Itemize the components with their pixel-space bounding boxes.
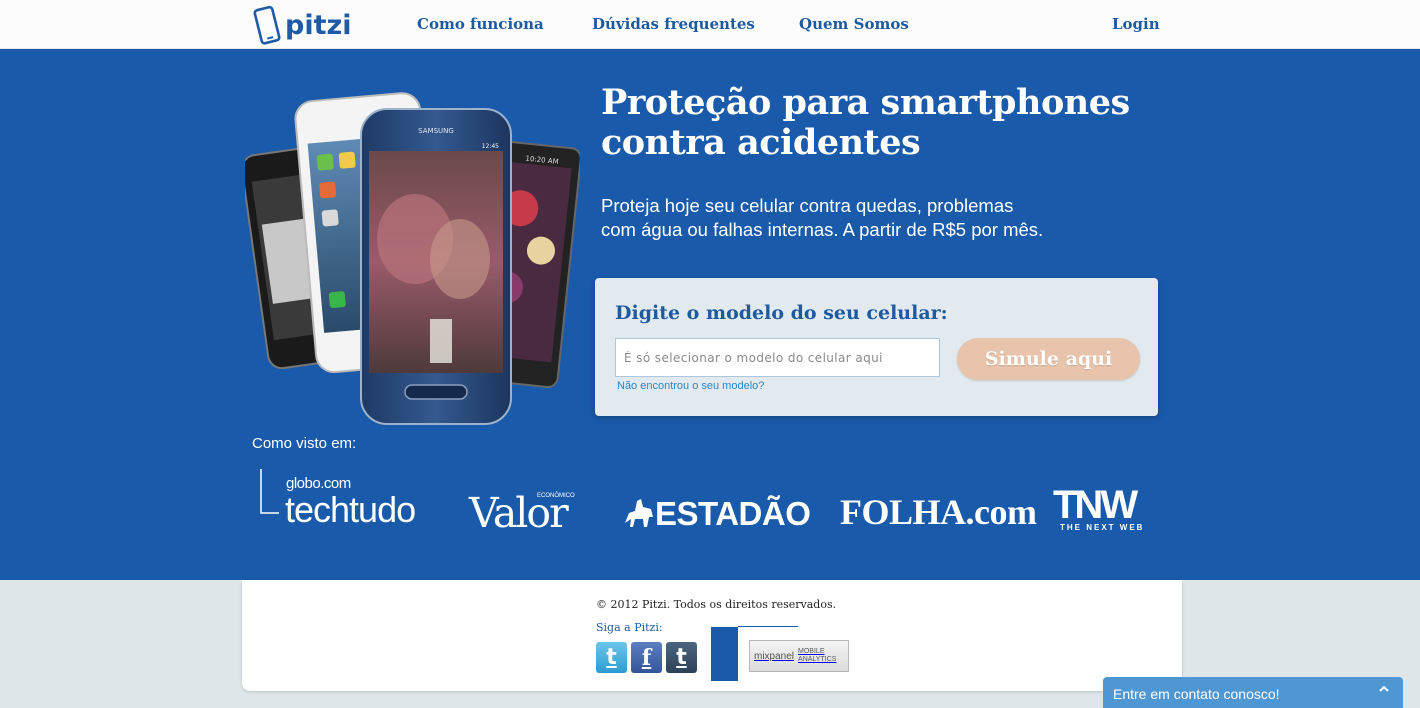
phone-brand-label: SAMSUNG — [418, 127, 454, 135]
tnw-text: TNW — [1053, 483, 1138, 527]
contact-widget[interactable]: Entre em contato conosco! — [1103, 677, 1403, 708]
mixpanel-badge[interactable]: mixpanel MOBILE ANALYTICS — [749, 640, 849, 672]
nav-quem-somos[interactable]: Quem Somos — [799, 15, 909, 33]
horse-rider-icon — [625, 499, 653, 527]
mixpanel-name: mixpanel — [754, 650, 795, 662]
estadao-logo: ESTADÃO — [621, 491, 811, 535]
footer: © 2012 Pitzi. Todos os direitos reservad… — [242, 580, 1182, 691]
twitter-icon[interactable]: t — [596, 642, 627, 673]
model-search-box: Digite o modelo do seu celular: Não enco… — [595, 278, 1158, 416]
top-navigation: pitzi Como funciona Dúvidas frequentes Q… — [0, 0, 1420, 49]
contact-label: Entre em contato conosco! — [1113, 686, 1280, 702]
phone-logo-icon — [253, 5, 281, 45]
tnw-tag: THE NEXT WEB — [1060, 523, 1145, 532]
hero-section: 10:20 AM SAMSUNG 12:45 Proteção para sma… — [0, 49, 1420, 580]
footer-accent-line — [738, 626, 798, 627]
login-link[interactable]: Login — [1112, 15, 1160, 33]
chevron-up-icon[interactable] — [1377, 682, 1391, 696]
techtudo-text: techtudo — [285, 489, 416, 530]
nav-como-funciona[interactable]: Como funciona — [417, 15, 544, 33]
valor-tag: ECONÔMICO — [537, 493, 575, 499]
estadao-text: ESTADÃO — [655, 495, 811, 532]
hero-subtext: Proteja hoje seu celular contra quedas, … — [601, 195, 1044, 240]
valor-logo: Valor ECONÔMICO — [469, 489, 589, 539]
mixpanel-tag: MOBILE ANALYTICS — [798, 648, 837, 663]
simulate-button[interactable]: Simule aqui — [957, 338, 1140, 380]
model-not-found-link[interactable]: Não encontrou o seu modelo? — [617, 380, 764, 392]
folha-text: FOLHA.com — [840, 492, 1037, 532]
hero-headline: Proteção para smartphones contra acident… — [601, 82, 1130, 163]
copyright-text: © 2012 Pitzi. Todos os direitos reservad… — [596, 598, 837, 611]
logo-text: pitzi — [285, 9, 352, 41]
follow-label: Siga a Pitzi: — [596, 621, 663, 634]
phone-time: 12:45 — [482, 143, 499, 150]
model-search-title: Digite o modelo do seu celular: — [615, 302, 948, 324]
tumblr-icon[interactable]: t — [666, 642, 697, 673]
smartphones-image: 10:20 AM SAMSUNG 12:45 — [245, 92, 580, 425]
folha-logo: FOLHA.com — [840, 491, 1037, 535]
phone-model-input[interactable] — [615, 338, 940, 377]
pitzi-logo[interactable]: pitzi — [253, 5, 351, 45]
tnw-logo: TNW THE NEXT WEB — [1053, 483, 1163, 537]
nav-duvidas-frequentes[interactable]: Dúvidas frequentes — [592, 15, 755, 33]
facebook-icon[interactable]: f — [631, 642, 662, 673]
footer-accent-bar — [711, 627, 738, 681]
techtudo-logo: globo.com techtudo — [259, 468, 445, 532]
as-seen-in-label: Como visto em: — [252, 435, 357, 452]
